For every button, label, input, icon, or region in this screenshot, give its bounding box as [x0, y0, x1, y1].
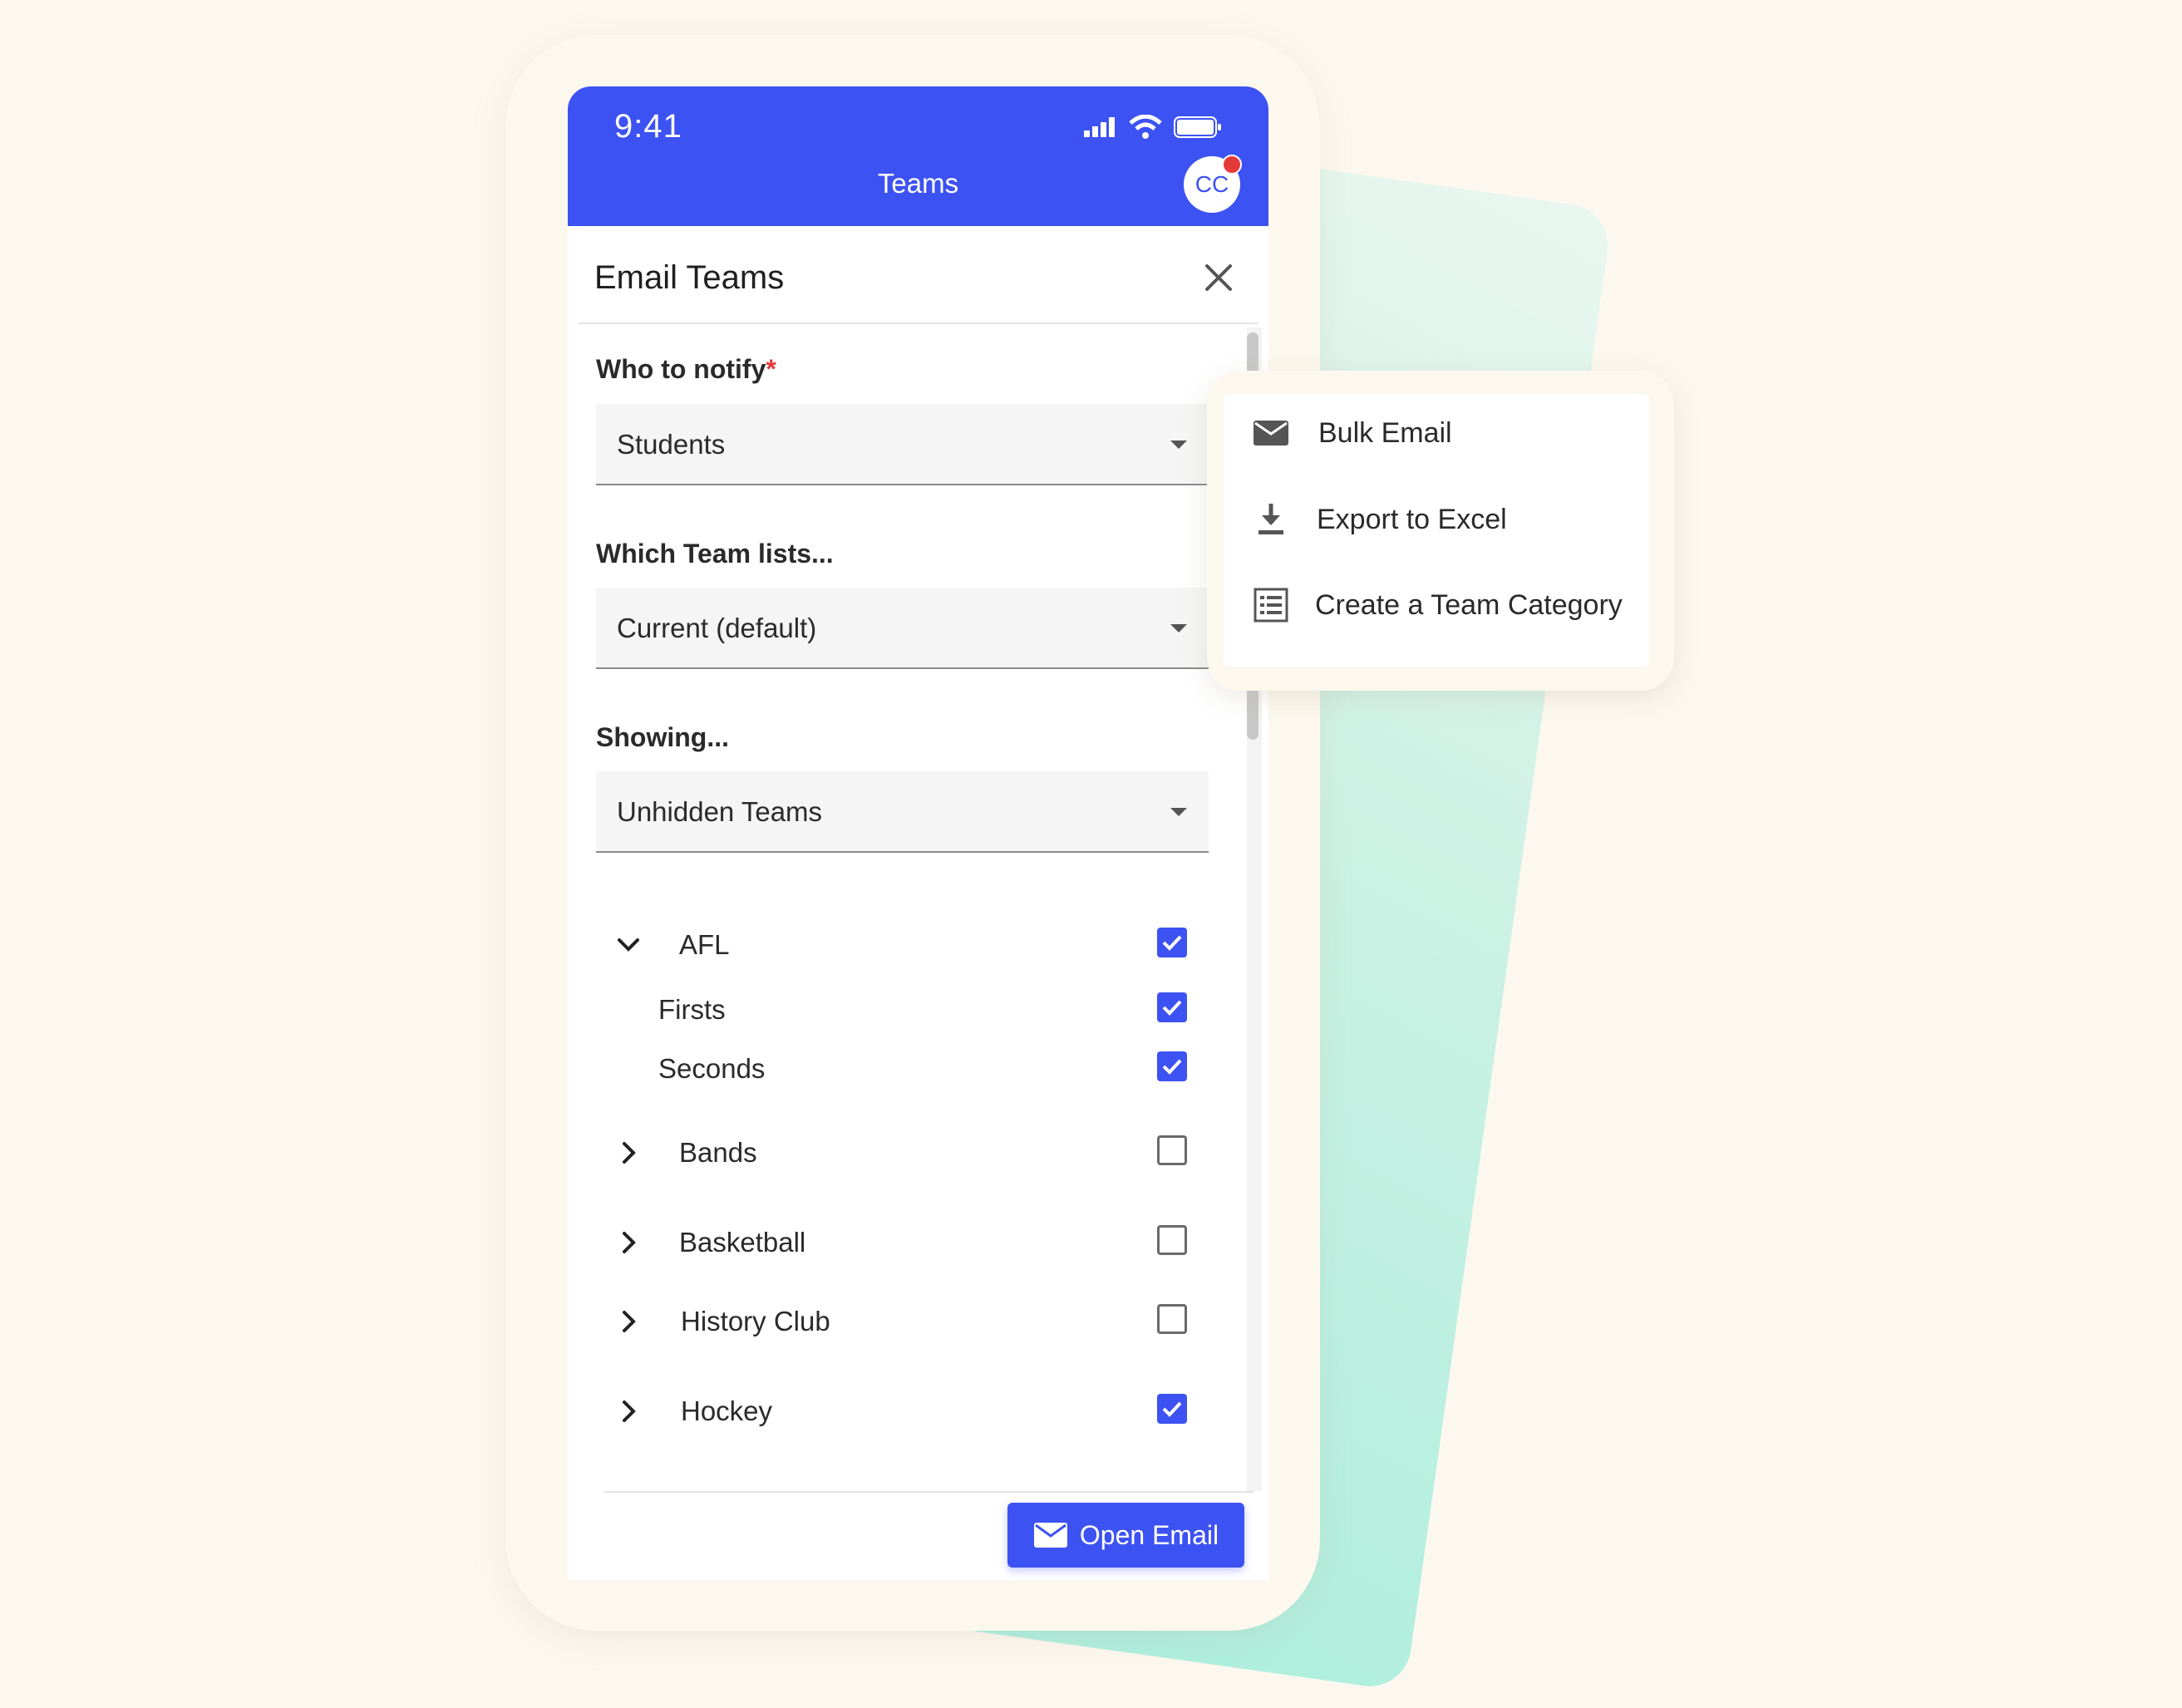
header-divider — [578, 322, 1258, 324]
wifi-icon — [1129, 115, 1162, 139]
envelope-icon — [1033, 1523, 1067, 1548]
team-label: Seconds — [658, 1053, 766, 1084]
battery-icon — [1174, 116, 1221, 138]
checkmark-icon — [1162, 1401, 1182, 1417]
showing-select[interactable]: Unhidden Teams — [596, 771, 1209, 853]
team-label: Hockey — [681, 1395, 773, 1426]
app-header: 9:41 Teams CC — [568, 86, 1268, 226]
signal-icon — [1084, 117, 1115, 137]
menu-item-bulk-email[interactable]: Bulk Email — [1224, 394, 1649, 469]
menu-item-create-category[interactable]: Create a Team Category — [1224, 566, 1649, 641]
chevron-right-icon[interactable] — [614, 1397, 643, 1425]
team-lists-label: Which Team lists... — [596, 539, 834, 569]
team-row-history-club[interactable]: History Club — [596, 1297, 1209, 1347]
chevron-right-icon[interactable] — [614, 1228, 643, 1257]
checkmark-icon — [1162, 1059, 1182, 1075]
required-mark: * — [766, 354, 776, 384]
appbar-title: Teams — [877, 168, 959, 199]
team-checkbox[interactable] — [1157, 1394, 1187, 1424]
chevron-right-icon[interactable] — [614, 1139, 643, 1167]
user-avatar[interactable]: CC — [1184, 155, 1242, 213]
close-icon[interactable] — [1202, 261, 1235, 294]
menu-item-label: Export to Excel — [1317, 504, 1507, 535]
team-label: History Club — [681, 1306, 830, 1336]
team-checkbox[interactable] — [1157, 928, 1187, 957]
phone-screen: 9:41 Teams CC Email Teams Who to notify*… — [568, 86, 1268, 1580]
team-checkbox[interactable] — [1157, 1135, 1187, 1165]
team-lists-select[interactable]: Current (default) — [596, 588, 1209, 669]
team-checkbox[interactable] — [1157, 1304, 1187, 1334]
team-label: AFL — [679, 929, 730, 960]
team-checkbox[interactable] — [1157, 1225, 1187, 1255]
dropdown-caret-icon — [1170, 808, 1187, 816]
menu-item-export-excel[interactable]: Export to Excel — [1224, 480, 1649, 555]
team-checkbox[interactable] — [1157, 992, 1187, 1022]
team-row-basketball[interactable]: Basketball — [596, 1218, 1209, 1268]
dialog-header: Email Teams — [568, 226, 1268, 324]
who-to-notify-label: Who to notify* — [596, 354, 776, 384]
download-icon — [1258, 504, 1283, 534]
avatar-initials: CC — [1194, 171, 1229, 197]
who-to-notify-select[interactable]: Students — [596, 404, 1209, 485]
team-row-afl[interactable]: AFL — [596, 921, 1209, 971]
open-email-label: Open Email — [1079, 1519, 1219, 1550]
dropdown-caret-icon — [1170, 441, 1187, 449]
team-row-hockey[interactable]: Hockey — [596, 1387, 1209, 1437]
dropdown-caret-icon — [1170, 624, 1187, 633]
chevron-right-icon[interactable] — [614, 1307, 643, 1336]
dialog-title: Email Teams — [594, 259, 785, 296]
footer-divider — [604, 1491, 1254, 1493]
envelope-icon — [1254, 421, 1288, 445]
actions-menu: Bulk Email Export to Excel Create a Team… — [1224, 394, 1649, 667]
team-row-firsts[interactable]: Firsts — [596, 986, 1209, 1036]
menu-item-label: Create a Team Category — [1315, 589, 1623, 621]
team-lists-value: Current (default) — [617, 613, 817, 643]
list-icon — [1254, 588, 1288, 623]
status-time: 9:41 — [614, 108, 682, 145]
team-row-seconds[interactable]: Seconds — [596, 1045, 1209, 1095]
notification-dot — [1222, 155, 1242, 175]
who-to-notify-value: Students — [617, 429, 726, 460]
team-checkbox[interactable] — [1157, 1051, 1187, 1081]
showing-value: Unhidden Teams — [617, 796, 823, 827]
team-row-bands[interactable]: Bands — [596, 1129, 1209, 1179]
status-icons — [1084, 115, 1222, 140]
checkmark-icon — [1162, 1000, 1182, 1016]
checkmark-icon — [1162, 935, 1182, 951]
team-label: Basketball — [679, 1227, 806, 1258]
showing-label: Showing... — [596, 722, 729, 752]
team-label: Bands — [679, 1137, 757, 1168]
menu-item-label: Bulk Email — [1318, 417, 1452, 449]
team-label: Firsts — [658, 994, 726, 1025]
open-email-button[interactable]: Open Email — [1007, 1503, 1244, 1568]
chevron-down-icon[interactable] — [614, 931, 643, 959]
